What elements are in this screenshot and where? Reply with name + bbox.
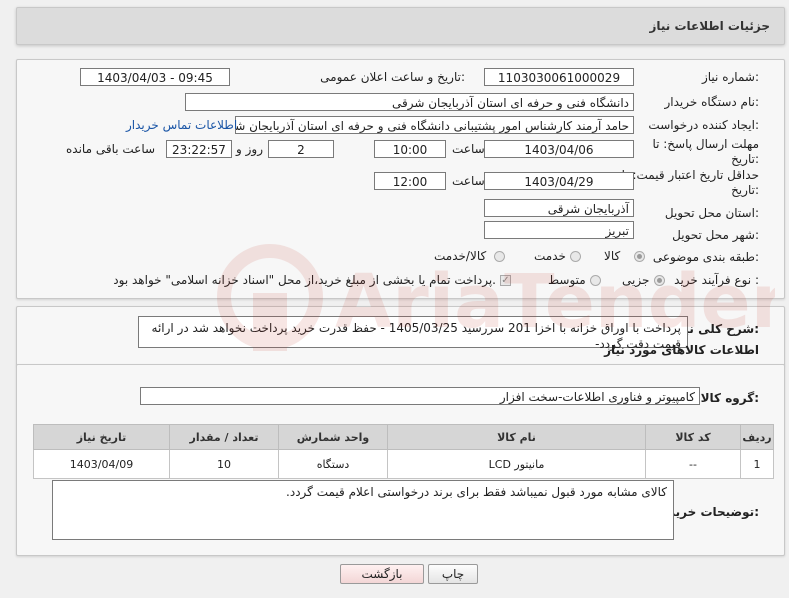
- buyer-org-label: نام دستگاه خریدار:: [664, 95, 760, 109]
- goods-table: ردیف کد کالا نام کالا واحد شمارش تعداد /…: [33, 424, 774, 479]
- purchase-type-label: نوع فرآیند خرید :: [674, 273, 759, 287]
- need-number-label: شماره نیاز:: [701, 70, 759, 84]
- creator-label: ایجاد کننده درخواست:: [648, 118, 759, 132]
- city-label: شهر محل تحویل:: [672, 228, 759, 242]
- buyer-notes-textarea: کالای مشابه مورد قبول نمیباشد فقط برای ب…: [52, 480, 674, 540]
- validity-label-date: تاریخ:: [731, 183, 759, 197]
- validity-label: حداقل تاریخ اعتبار قیمت: تا: [621, 168, 759, 182]
- col-code: کد کالا: [645, 424, 741, 450]
- page-header: جزئیات اطلاعات نیاز: [16, 7, 785, 45]
- goods-group-field: کامپیوتر و فناوری اطلاعات-سخت افزار: [140, 387, 700, 405]
- purchase-radio-minor[interactable]: [654, 275, 665, 286]
- col-date: تاریخ نیاز: [33, 424, 170, 450]
- validity-date-field: 1403/04/29: [484, 172, 634, 190]
- purchase-option-medium: متوسط: [548, 273, 586, 287]
- remaining-time-field: 23:22:57: [166, 140, 232, 158]
- col-unit: واحد شمارش: [278, 424, 388, 450]
- page-title: جزئیات اطلاعات نیاز: [649, 19, 770, 33]
- remaining-days-field: 2: [268, 140, 334, 158]
- cell-unit: دستگاه: [278, 449, 388, 479]
- validity-time-label: ساعت: [452, 174, 485, 188]
- announce-datetime-label: تاریخ و ساعت اعلان عمومی:: [320, 70, 465, 84]
- treasury-checkbox[interactable]: ✓: [500, 275, 511, 286]
- back-button[interactable]: بازگشت: [340, 564, 424, 584]
- deadline-label: مهلت ارسال پاسخ: تا: [652, 137, 759, 151]
- deadline-date-field: 1403/04/06: [484, 140, 634, 158]
- cell-qty: 10: [169, 449, 279, 479]
- buyer-contact-link[interactable]: اطلاعات تماس خریدار: [126, 118, 237, 132]
- cell-row: 1: [740, 449, 774, 479]
- cell-code: --: [645, 449, 741, 479]
- col-row: ردیف: [740, 424, 774, 450]
- category-radio-service[interactable]: [570, 251, 581, 262]
- purchase-radio-medium[interactable]: [590, 275, 601, 286]
- purchase-option-minor: جزیی: [622, 273, 650, 287]
- announce-datetime-field: 1403/04/03 - 09:45: [80, 68, 230, 86]
- table-row: 1 -- مانیتور LCD دستگاه 10 1403/04/09: [33, 449, 774, 479]
- deadline-time-label: ساعت: [452, 142, 485, 156]
- category-option-both: کالا/خدمت: [434, 249, 487, 263]
- print-button[interactable]: چاپ: [428, 564, 478, 584]
- category-radio-both[interactable]: [494, 251, 505, 262]
- creator-field: حامد آرمند کارشناس امور پشتیبانی دانشگاه…: [235, 116, 634, 134]
- province-label: استان محل تحویل:: [664, 206, 759, 220]
- remaining-time-label: ساعت باقی مانده: [66, 142, 156, 156]
- goods-group-label: گروه کالا:: [700, 391, 759, 405]
- province-field: آذربایجان شرقی: [484, 199, 634, 217]
- need-number-field: 1103030061000029: [484, 68, 634, 86]
- buyer-org-field: دانشگاه فنی و حرفه ای استان آذربایجان شر…: [185, 93, 634, 111]
- days-label: روز و: [236, 142, 263, 156]
- cell-name: مانیتور LCD: [387, 449, 646, 479]
- cell-date: 1403/04/09: [33, 449, 170, 479]
- deadline-label-date: تاریخ:: [731, 152, 759, 166]
- validity-time-field: 12:00: [374, 172, 446, 190]
- city-field: تبریز: [484, 221, 634, 239]
- col-qty: تعداد / مقدار: [169, 424, 279, 450]
- category-radio-goods[interactable]: [634, 251, 645, 262]
- goods-section-title: اطلاعات کالاهای مورد نیاز: [604, 343, 759, 357]
- category-label: طبقه بندی موضوعی:: [652, 250, 759, 264]
- category-option-service: خدمت: [534, 249, 566, 263]
- category-option-goods: کالا: [604, 249, 621, 263]
- col-name: نام کالا: [387, 424, 646, 450]
- goods-table-header: ردیف کد کالا نام کالا واحد شمارش تعداد /…: [33, 424, 774, 450]
- treasury-note: پرداخت تمام یا بخشی از مبلغ خرید،از محل …: [113, 273, 496, 287]
- deadline-time-field: 10:00: [374, 140, 446, 158]
